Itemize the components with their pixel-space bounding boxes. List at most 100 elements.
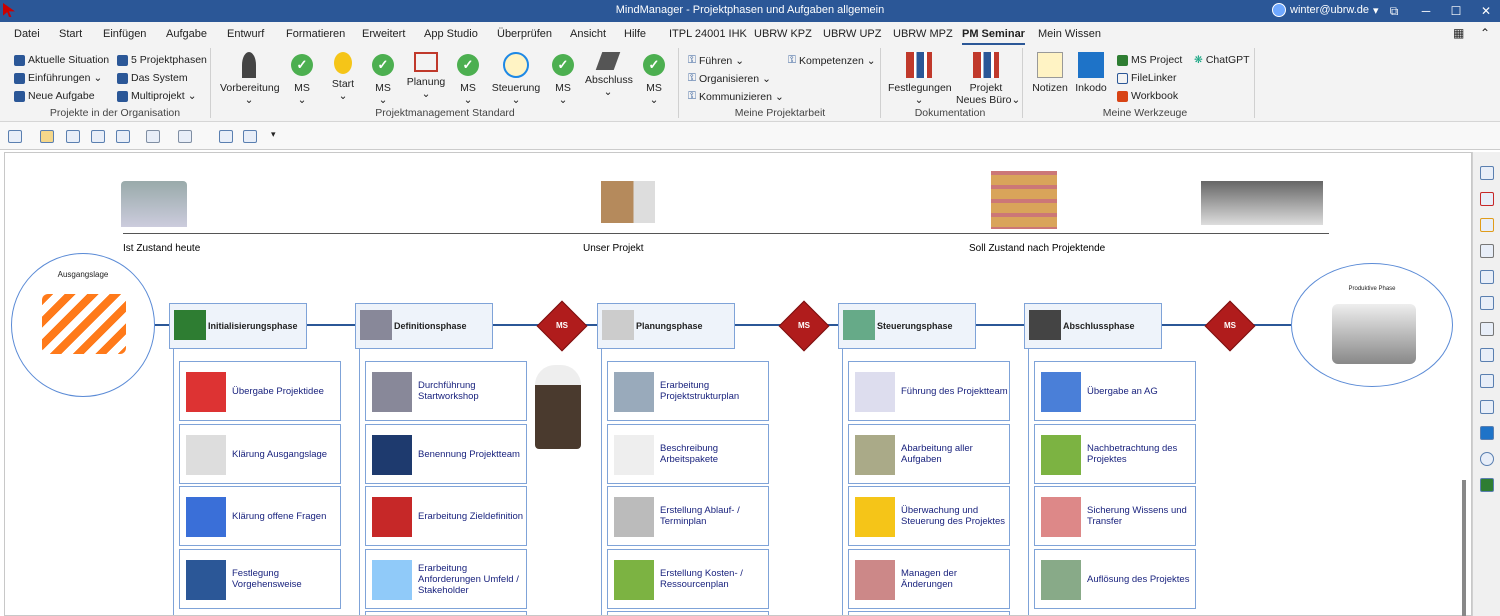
ms-button-5[interactable]: ✓ MS ⌄ <box>641 52 667 106</box>
task-uebergabe-projektidee[interactable]: Übergabe Projektidee <box>179 361 341 421</box>
task-klaerung-ausgangslage[interactable]: Klärung Ausgangslage <box>179 424 341 484</box>
phase-abschluss[interactable]: Abschlussphase <box>1024 303 1162 349</box>
projekt-neues-buero-button[interactable]: Projekt Neues Büro⌄ <box>956 52 1020 106</box>
person-panel-icon[interactable] <box>1480 244 1494 258</box>
menu-ubrw-kpz[interactable]: UBRW KPZ <box>754 28 812 40</box>
open-folder-icon[interactable] <box>40 130 54 143</box>
task-nachbetrachtung[interactable]: Nachbetrachtung des Projektes <box>1034 424 1196 484</box>
menu-mein-wissen[interactable]: Mein Wissen <box>1038 28 1101 40</box>
menu-pm-seminar[interactable]: PM Seminar <box>962 28 1025 45</box>
end-circle[interactable]: Produktive Phase <box>1291 263 1453 387</box>
ms-button-2[interactable]: ✓ MS ⌄ <box>370 52 396 106</box>
page-icon[interactable] <box>219 130 233 143</box>
ribbon-display-icon[interactable]: ⧉ <box>1382 2 1406 20</box>
menu-app-studio[interactable]: App Studio <box>424 28 478 40</box>
undo-icon[interactable] <box>146 130 160 143</box>
einfuehrungen-button[interactable]: Einführungen ⌄ <box>14 72 102 84</box>
task-managen-aenderungen[interactable]: Managen der Änderungen <box>848 549 1010 609</box>
planung-button[interactable]: Planung ⌄ <box>405 52 447 100</box>
task-fuehrung-projektteam[interactable]: Führung des Projektteam <box>848 361 1010 421</box>
das-system-button[interactable]: Das System <box>117 72 188 84</box>
task-klaerung-offene-fragen[interactable]: Klärung offene Fragen <box>179 486 341 546</box>
topic-icon[interactable] <box>1480 374 1494 388</box>
task-projektstrukturplan[interactable]: Erarbeitung Projektstrukturplan <box>607 361 769 421</box>
menu-datei[interactable]: Datei <box>14 28 40 40</box>
task-terminplan[interactable]: Erstellung Ablauf- / Terminplan <box>607 486 769 546</box>
menu-ueberpruefen[interactable]: Überprüfen <box>497 28 552 40</box>
multiprojekt-button[interactable]: Multiprojekt ⌄ <box>117 90 197 102</box>
menu-einfuegen[interactable]: Einfügen <box>103 28 146 40</box>
steuerung-button[interactable]: Steuerung ⌄ <box>490 52 542 106</box>
menu-formatieren[interactable]: Formatieren <box>286 28 345 40</box>
task-partial[interactable] <box>365 611 527 615</box>
menu-entwurf[interactable]: Entwurf <box>227 28 264 40</box>
menu-ubrw-upz[interactable]: UBRW UPZ <box>823 28 881 40</box>
phase-planung[interactable]: Planungsphase <box>597 303 735 349</box>
maximize-icon[interactable]: ☐ <box>1444 2 1468 20</box>
task-benennung-projektteam[interactable]: Benennung Projektteam <box>365 424 527 484</box>
library-icon[interactable] <box>1480 296 1494 310</box>
tree-icon[interactable] <box>1480 270 1494 284</box>
fuehren-button[interactable]: ⚿ Führen ⌄ <box>688 54 744 67</box>
menu-erweitert[interactable]: Erweitert <box>362 28 405 40</box>
ms-button-3[interactable]: ✓ MS ⌄ <box>455 52 481 106</box>
filter-icon[interactable] <box>243 130 257 143</box>
layout-icon[interactable]: ▦ <box>1453 26 1464 40</box>
notizen-button[interactable]: Notizen <box>1030 52 1070 94</box>
workbook-button[interactable]: Workbook <box>1117 90 1178 102</box>
chatgpt-button[interactable]: ❋ ChatGPT <box>1194 54 1250 66</box>
panel-icon-1[interactable] <box>1480 166 1494 180</box>
menu-aufgabe[interactable]: Aufgabe <box>166 28 207 40</box>
task-festlegung-vorgehensweise[interactable]: Festlegung Vorgehensweise <box>179 549 341 609</box>
aktuelle-situation-button[interactable]: Aktuelle Situation <box>14 54 109 66</box>
vorbereitung-button[interactable]: Vorbereitung ⌄ <box>220 52 280 106</box>
menu-start[interactable]: Start <box>59 28 82 40</box>
5-projektphasen-button[interactable]: 5 Projektphasen <box>117 54 207 66</box>
neue-aufgabe-button[interactable]: Neue Aufgabe <box>14 90 95 102</box>
ms-button-1[interactable]: ✓ MS ⌄ <box>289 52 315 106</box>
task-kostenplan[interactable]: Erstellung Kosten- / Ressourcenplan <box>607 549 769 609</box>
task-ueberwachung-steuerung[interactable]: Überwachung und Steuerung des Projektes <box>848 486 1010 546</box>
save-all-icon[interactable] <box>91 130 105 143</box>
map-canvas[interactable]: Ist Zustand heute Unser Projekt Soll Zus… <box>4 152 1472 616</box>
task-partial[interactable] <box>607 611 769 615</box>
ms-project-button[interactable]: MS Project <box>1117 54 1182 66</box>
outlook-icon[interactable] <box>1480 426 1494 440</box>
menu-ubrw-mpz[interactable]: UBRW MPZ <box>893 28 953 40</box>
inkodo-button[interactable]: Inkodo <box>1074 52 1108 94</box>
festlegungen-button[interactable]: Festlegungen ⌄ <box>888 52 952 106</box>
task-zieldefinition[interactable]: Erarbeitung Zieldefinition <box>365 486 527 546</box>
customize-icon[interactable]: ▾ <box>271 129 276 140</box>
panel-icon-2[interactable] <box>1480 192 1494 206</box>
phase-steuerung[interactable]: Steuerungsphase <box>838 303 976 349</box>
filelinker-button[interactable]: FileLinker <box>1117 72 1177 84</box>
abschluss-button[interactable]: Abschluss ⌄ <box>585 52 633 98</box>
start-circle[interactable]: Ausgangslage <box>11 253 155 397</box>
redo-icon[interactable] <box>178 130 192 143</box>
scrollbar[interactable] <box>1462 480 1466 616</box>
save-icon[interactable] <box>66 130 80 143</box>
user-account[interactable]: winter@ubrw.de ▾ <box>1272 3 1379 17</box>
organisieren-button[interactable]: ⚿ Organisieren ⌄ <box>688 72 771 85</box>
kompetenzen-button[interactable]: ⚿ Kompetenzen ⌄ <box>788 54 876 67</box>
start-button[interactable]: Start ⌄ <box>328 52 358 102</box>
phase-definition[interactable]: Definitionsphase <box>355 303 493 349</box>
menu-ansicht[interactable]: Ansicht <box>570 28 606 40</box>
task-arbeitspakete[interactable]: Beschreibung Arbeitspakete <box>607 424 769 484</box>
task-aufloesung[interactable]: Auflösung des Projektes <box>1034 549 1196 609</box>
close-icon[interactable]: ✕ <box>1474 2 1498 20</box>
task-uebergabe-ag[interactable]: Übergabe an AG <box>1034 361 1196 421</box>
menu-hilfe[interactable]: Hilfe <box>624 28 646 40</box>
print-icon[interactable] <box>116 130 130 143</box>
menu-itpl[interactable]: ITPL 24001 IHK <box>669 28 747 40</box>
task-abarbeitung-aufgaben[interactable]: Abarbeitung aller Aufgaben <box>848 424 1010 484</box>
excel-icon[interactable] <box>1480 478 1494 492</box>
task-anforderungen[interactable]: Erarbeitung Anforderungen Umfeld / Stake… <box>365 549 527 609</box>
copy-icon[interactable] <box>1480 400 1494 414</box>
kommunizieren-button[interactable]: ⚿ Kommunizieren ⌄ <box>688 90 784 103</box>
phase-initialisierung[interactable]: Initialisierungsphase <box>169 303 307 349</box>
search-icon[interactable] <box>1480 322 1494 336</box>
calendar-icon[interactable] <box>1480 218 1494 232</box>
minimize-icon[interactable]: ─ <box>1414 2 1438 20</box>
task-sicherung-wissen[interactable]: Sicherung Wissens und Transfer <box>1034 486 1196 546</box>
